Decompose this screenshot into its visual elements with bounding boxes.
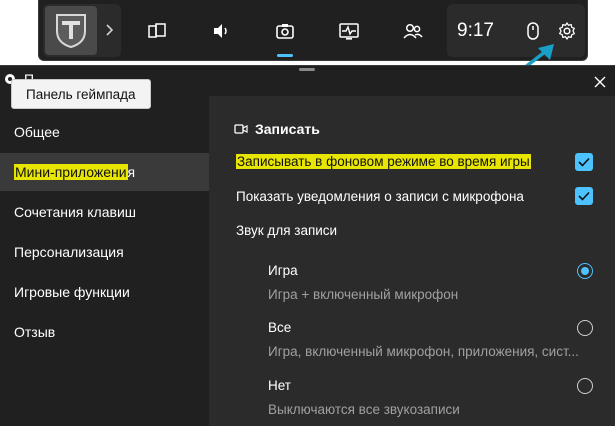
audio-option-description: Игра, включенный микрофон, приложения, с… — [268, 344, 579, 359]
audio-option-radio-all[interactable] — [577, 320, 593, 336]
drag-handle[interactable] — [299, 68, 315, 71]
audio-option-description: Выключаются все звукозаписи — [268, 402, 460, 417]
sidebar-item-widgets[interactable]: Мини-приложения — [0, 153, 209, 191]
close-button[interactable] — [590, 72, 610, 92]
audio-option-description: Игра + включенный микрофон — [268, 287, 459, 302]
sidebar-item-label: Общее — [14, 124, 60, 140]
widget-group — [43, 4, 121, 57]
active-tab-indicator — [277, 54, 293, 57]
sidebar-item-label: Отзыв — [14, 324, 56, 340]
settings-sidebar: Общее Мини-приложения Сочетания клавиш П… — [0, 96, 209, 426]
sidebar-item-label: Игровые функции — [14, 284, 130, 300]
tooltip: Панель геймпада — [11, 79, 151, 109]
audio-heading: Звук для записи — [236, 223, 338, 238]
sidebar-item-label: Сочетания клавиш — [14, 204, 136, 220]
game-logo-icon — [56, 14, 86, 49]
check-icon — [578, 191, 590, 201]
sidebar-item-personalization[interactable]: Персонализация — [0, 233, 209, 271]
check-icon — [578, 157, 590, 167]
sidebar-item-label-rest: я — [127, 164, 136, 180]
sidebar-item-label: Персонализация — [14, 244, 124, 260]
audio-option-title: Нет — [268, 378, 291, 393]
audio-icon[interactable] — [199, 0, 243, 61]
audio-option-title: Все — [268, 320, 292, 335]
audio-option-radio-none[interactable] — [577, 378, 593, 394]
settings-content: Записать Записывать в фоновом режиме во … — [209, 96, 615, 426]
video-camera-icon — [234, 124, 248, 134]
settings-panel: П Общее Мини-приложения Сочетания клавиш… — [0, 65, 615, 426]
sidebar-item-general[interactable]: Общее — [0, 113, 209, 151]
capture-icon[interactable] — [263, 0, 307, 61]
mic-notifications-label: Показать уведомления о записи с микрофон… — [236, 189, 524, 204]
background-recording-checkbox[interactable] — [575, 153, 593, 171]
sidebar-item-shortcuts[interactable]: Сочетания клавиш — [0, 193, 209, 231]
sidebar-item-feedback[interactable]: Отзыв — [0, 313, 209, 351]
close-icon — [594, 76, 606, 88]
sidebar-item-gaming-features[interactable]: Игровые функции — [0, 273, 209, 311]
widget-menu-icon[interactable] — [135, 0, 179, 61]
background-recording-label: Записывать в фоновом режиме во время игр… — [236, 154, 531, 169]
performance-icon[interactable] — [327, 0, 371, 61]
audio-option-radio-game[interactable] — [577, 263, 593, 279]
sidebar-item-label-highlighted: Мини-приложени — [14, 164, 128, 180]
social-icon[interactable] — [391, 0, 435, 61]
mic-notifications-checkbox[interactable] — [575, 187, 593, 205]
audio-option-title: Игра — [268, 263, 298, 278]
chevron-right-icon[interactable] — [103, 20, 117, 40]
game-logo-tile[interactable] — [45, 6, 97, 55]
clock: 9:17 — [457, 20, 494, 41]
section-title: Записать — [255, 121, 320, 137]
